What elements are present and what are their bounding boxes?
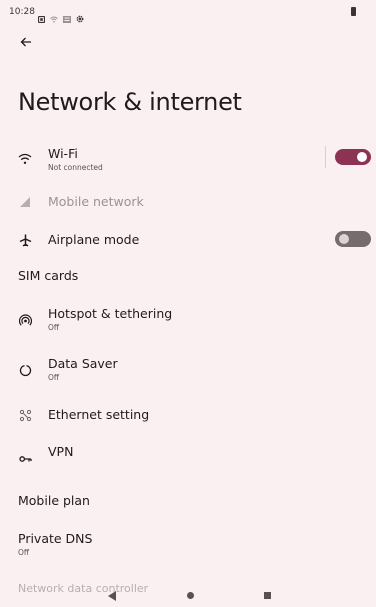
navigation-bar xyxy=(0,583,376,607)
notification-icon xyxy=(37,8,46,27)
nav-recents-button[interactable] xyxy=(264,592,271,599)
status-time: 10:28 xyxy=(9,7,35,17)
hotspot-title: Hotspot & tethering xyxy=(48,306,173,321)
data-saver-row[interactable]: Data Saver Off xyxy=(0,354,376,384)
data-saver-icon xyxy=(16,361,34,379)
private-dns-summary: Off xyxy=(18,548,30,557)
airplane-mode-toggle[interactable] xyxy=(335,231,371,247)
settings-gear-icon xyxy=(76,8,84,27)
sim-cards-row[interactable]: SIM cards xyxy=(0,266,376,288)
sim-cards-title: SIM cards xyxy=(18,268,79,283)
wifi-icon xyxy=(16,150,34,168)
wifi-status-icon xyxy=(50,8,58,27)
arrow-left-icon xyxy=(20,37,31,47)
sim-status-icon xyxy=(63,8,71,27)
wifi-title: Wi-Fi xyxy=(48,146,78,161)
wifi-row[interactable]: Wi-Fi Not connected xyxy=(0,142,376,176)
airplane-mode-title: Airplane mode xyxy=(48,232,140,247)
vpn-key-icon xyxy=(16,450,34,468)
hotspot-icon xyxy=(16,311,34,329)
airplane-icon xyxy=(16,231,34,249)
private-dns-row[interactable]: Private DNS Off xyxy=(0,528,376,558)
nav-home-button[interactable] xyxy=(187,592,194,599)
mobile-plan-title: Mobile plan xyxy=(18,493,90,508)
ethernet-setting-row[interactable]: Ethernet setting xyxy=(0,403,376,427)
nav-back-button[interactable] xyxy=(108,591,116,601)
private-dns-title: Private DNS xyxy=(18,531,93,546)
battery-icon xyxy=(351,7,356,16)
wifi-divider xyxy=(325,146,326,168)
back-button[interactable] xyxy=(14,30,38,54)
hotspot-summary: Off xyxy=(48,323,60,332)
hotspot-row[interactable]: Hotspot & tethering Off xyxy=(0,304,376,334)
mobile-network-row[interactable]: Mobile network xyxy=(0,190,376,214)
page-title: Network & internet xyxy=(18,88,242,116)
data-saver-title: Data Saver xyxy=(48,356,118,371)
ethernet-icon xyxy=(16,406,34,424)
mobile-network-title: Mobile network xyxy=(48,194,144,209)
wifi-summary: Not connected xyxy=(48,163,103,172)
signal-icon xyxy=(16,193,34,211)
status-bar: 10:28 xyxy=(0,0,376,24)
vpn-row[interactable]: VPN xyxy=(0,442,376,466)
wifi-toggle[interactable] xyxy=(335,149,371,165)
vpn-title: VPN xyxy=(48,444,74,459)
airplane-mode-row[interactable]: Airplane mode xyxy=(0,228,376,252)
data-saver-summary: Off xyxy=(48,373,60,382)
ethernet-setting-title: Ethernet setting xyxy=(48,407,150,422)
mobile-plan-row[interactable]: Mobile plan xyxy=(0,490,376,512)
status-icons xyxy=(37,8,84,27)
